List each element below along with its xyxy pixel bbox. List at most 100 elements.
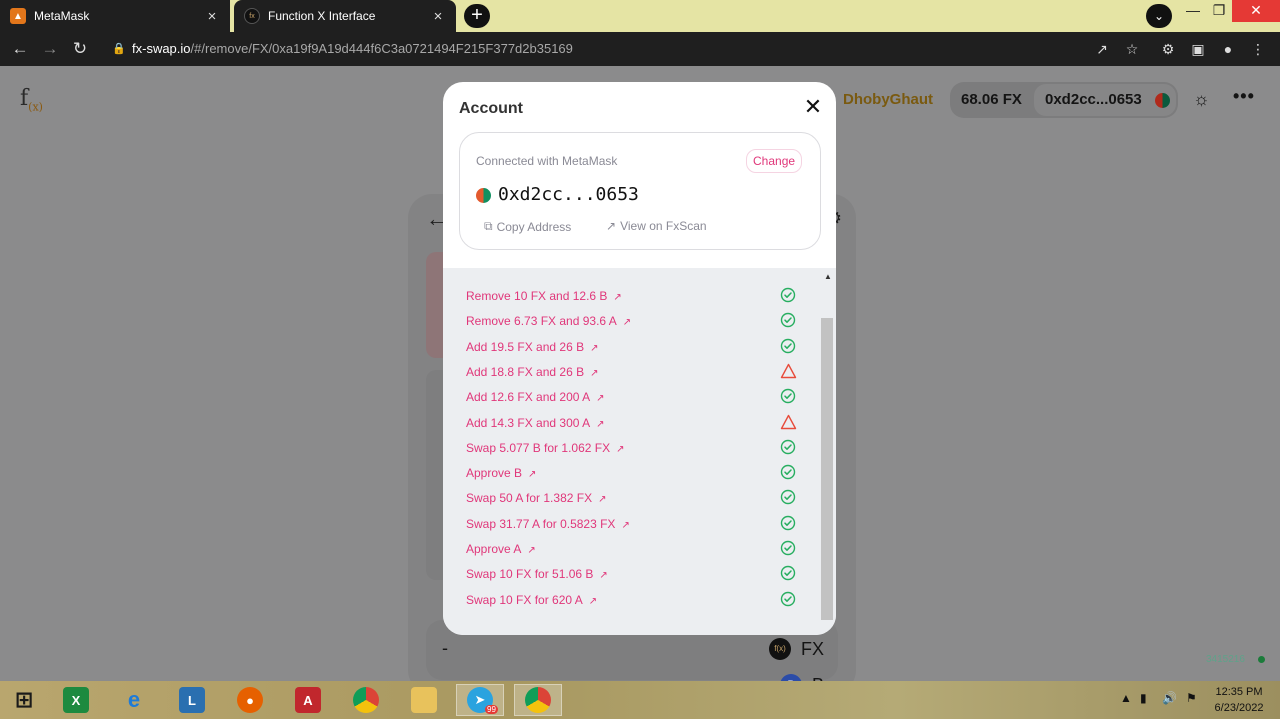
external-link-arrow-icon: ↗ (528, 469, 537, 481)
clock-time: 12:35 PM (1215, 686, 1263, 698)
copy-address-link[interactable]: ⧉ Copy Address (484, 219, 571, 234)
identicon-icon (476, 188, 491, 203)
transaction-label: Add 14.3 FX and 300 A (466, 415, 591, 430)
transaction-label: Approve A (466, 542, 522, 556)
transaction-link[interactable]: Add 12.6 FX and 200 A ↗ (466, 387, 605, 407)
header-address: 0xd2cc...0653 (1045, 91, 1142, 108)
system-clock[interactable]: 12:35 PM 6/23/2022 (1208, 684, 1270, 716)
taskbar-ie[interactable]: e (110, 684, 158, 716)
transaction-link[interactable]: Swap 10 FX for 51.06 B ↗ (466, 564, 608, 584)
taskbar-excel[interactable]: X (52, 684, 100, 716)
theme-sun-icon[interactable]: ☼ (1193, 89, 1210, 110)
taskbar-lenovo[interactable]: L (168, 684, 216, 716)
external-link-arrow-icon: ↗ (598, 494, 607, 506)
check-circle-icon (780, 312, 798, 330)
external-link-arrow-icon: ↗ (599, 570, 608, 582)
bookmark-star-icon[interactable]: ☆ (1122, 40, 1142, 58)
transaction-link[interactable]: Add 18.8 FX and 26 B ↗ (466, 362, 598, 382)
external-link-arrow-icon: ↗ (527, 545, 536, 556)
transaction-link[interactable]: Approve A ↗ (466, 539, 536, 559)
logo-sub: (x) (28, 100, 43, 114)
taskbar-chrome-active[interactable] (514, 684, 562, 716)
transaction-link[interactable]: Remove 10 FX and 12.6 B ↗ (466, 286, 622, 306)
network-icon[interactable]: ⚑ (1186, 691, 1197, 705)
transaction-link[interactable]: Swap 50 A for 1.382 FX ↗ (466, 488, 606, 508)
fx-token-icon: f(x) (768, 638, 791, 660)
lenovo-icon: L (179, 687, 205, 713)
external-link-arrow-icon: ↗ (622, 317, 632, 329)
token-fx: f(x) FX (768, 638, 824, 660)
internet-explorer-icon: e (127, 687, 141, 712)
external-link-arrow-icon: ↗ (590, 342, 599, 354)
network-label[interactable]: DhobyGhaut (843, 91, 933, 108)
transaction-label: Approve B (466, 466, 523, 481)
external-link-arrow-icon: ↗ (590, 367, 599, 379)
browser-menu-icon[interactable]: ⋮ (1248, 40, 1268, 58)
external-link-icon: ↗ (606, 219, 617, 233)
close-icon[interactable]: ✕ (801, 96, 825, 120)
external-link-arrow-icon: ↗ (588, 595, 598, 607)
transaction-label: Swap 10 FX for 620 A (466, 592, 583, 607)
share-icon[interactable]: ↗ (1092, 40, 1112, 58)
battery-icon[interactable]: ▮ (1140, 691, 1147, 705)
external-link-arrow-icon: ↗ (616, 443, 625, 455)
tab-metamask[interactable]: ▲ MetaMask × (0, 0, 230, 32)
transaction-link[interactable]: Remove 6.73 FX and 93.6 A ↗ (466, 311, 631, 331)
fx-logo[interactable]: f(x) (20, 86, 43, 113)
taskbar-chrome[interactable] (342, 684, 390, 716)
chrome-icon (525, 687, 551, 713)
forward-arrow-icon[interactable]: → (38, 38, 62, 60)
check-circle-icon (780, 287, 798, 305)
taskbar-firefox[interactable]: ● (226, 684, 274, 716)
view-on-explorer-link[interactable]: ↗ View on FxScan (606, 219, 707, 233)
profile-avatar-icon[interactable]: ● (1218, 40, 1238, 58)
transaction-link[interactable]: Swap 5.077 B for 1.062 FX ↗ (466, 438, 624, 458)
back-arrow-icon[interactable]: ← (8, 38, 32, 60)
new-tab-button[interactable]: + (464, 4, 490, 28)
warning-triangle-icon (780, 363, 798, 381)
taskbar-file-explorer[interactable] (400, 684, 448, 716)
more-menu-icon[interactable]: ••• (1233, 86, 1259, 107)
version-number[interactable]: 3415216 (1206, 654, 1245, 665)
transaction-link[interactable]: Swap 10 FX for 620 A ↗ (466, 590, 597, 610)
address-bar[interactable]: 🔒 fx-swap.io/#/remove/FX/0xa19f9A19d444f… (102, 36, 1152, 62)
transaction-label: Add 18.8 FX and 26 B (466, 364, 585, 379)
tab-close-icon[interactable]: × (204, 8, 220, 25)
browser-toolbar: ← → ↻ 🔒 fx-swap.io/#/remove/FX/0xa19f9A1… (0, 32, 1280, 66)
tab-search-chevron-icon[interactable]: ⌄ (1146, 4, 1172, 28)
volume-icon[interactable]: 🔊 (1162, 691, 1177, 705)
transaction-link[interactable]: Add 19.5 FX and 26 B ↗ (466, 337, 598, 357)
tab-close-icon[interactable]: × (430, 8, 446, 25)
side-panel-icon[interactable]: ▣ (1188, 40, 1208, 58)
external-link-arrow-icon: ↗ (596, 418, 605, 430)
output-row-b: - B B (426, 672, 838, 681)
account-address: 0xd2cc...0653 (498, 184, 639, 205)
taskbar-acrobat[interactable]: A (284, 684, 332, 716)
start-button[interactable]: ⊞ (0, 684, 48, 716)
identicon-icon (1155, 93, 1170, 108)
check-circle-icon (780, 464, 798, 482)
transaction-label: Remove 10 FX and 12.6 B (466, 289, 608, 303)
external-link-arrow-icon: ↗ (596, 393, 605, 405)
tab-title: MetaMask (34, 9, 90, 23)
clock-date: 6/23/2022 (1214, 702, 1264, 714)
transaction-link[interactable]: Approve B ↗ (466, 463, 536, 483)
reload-icon[interactable]: ↻ (68, 38, 92, 60)
maximize-button[interactable]: ❐ (1204, 0, 1234, 22)
balance-value: 68.06 FX (961, 91, 1022, 108)
modal-title: Account (459, 100, 523, 117)
check-circle-icon (780, 439, 798, 457)
taskbar-telegram[interactable]: ➤ 99 (456, 684, 504, 716)
tray-up-arrow-icon[interactable]: ▲ (1120, 691, 1132, 705)
window-close-button[interactable]: ✕ (1232, 0, 1280, 22)
change-button[interactable]: Change (746, 149, 803, 173)
url-host: fx-swap.io (132, 41, 191, 56)
tab-function-x[interactable]: fx Function X Interface × (234, 0, 456, 32)
external-link-arrow-icon: ↗ (613, 292, 622, 303)
transaction-link[interactable]: Add 14.3 FX and 300 A ↗ (466, 413, 605, 433)
transaction-link[interactable]: Swap 31.77 A for 0.5823 FX ↗ (466, 514, 630, 534)
extensions-puzzle-icon[interactable]: ⚙ (1158, 40, 1178, 58)
copy-icon: ⧉ (484, 219, 493, 233)
scrollbar-thumb[interactable] (821, 318, 833, 620)
scroll-up-arrow-icon[interactable]: ▲ (824, 272, 832, 281)
